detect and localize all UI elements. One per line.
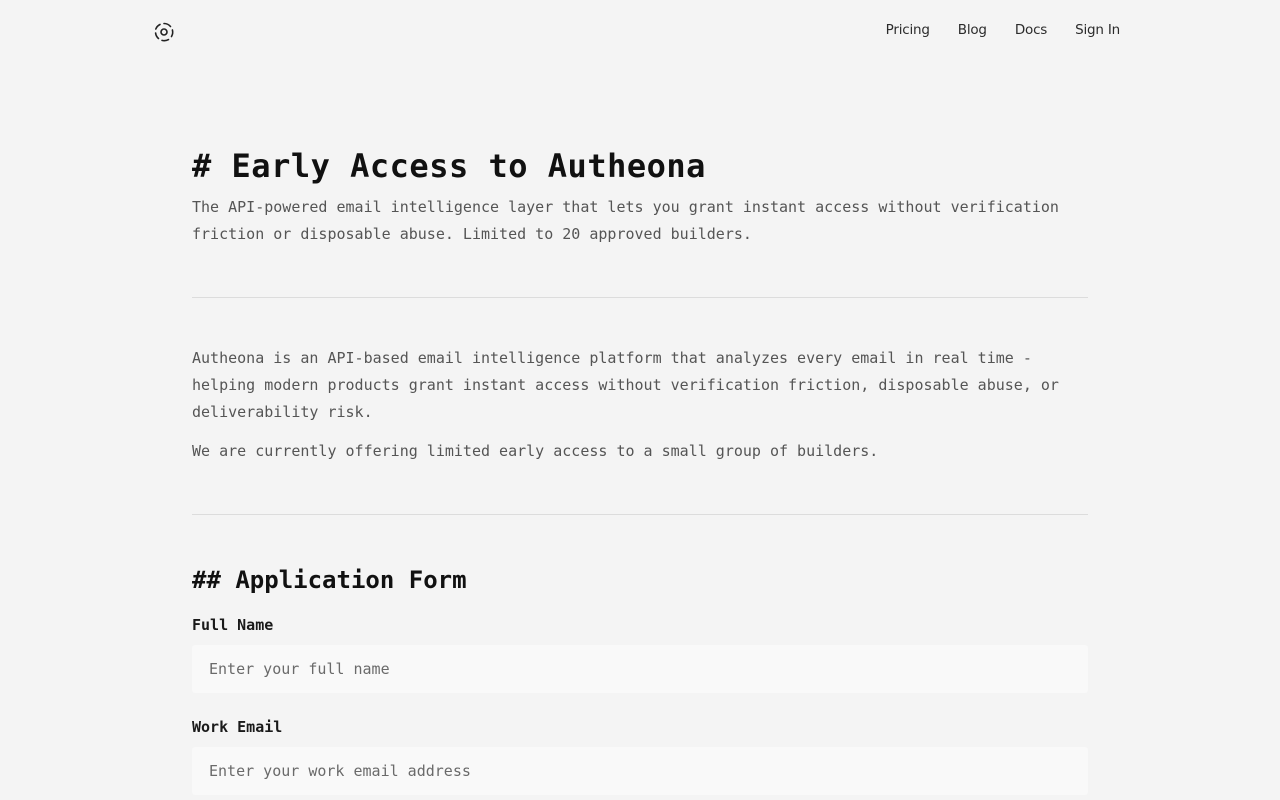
main-content: # Early Access to Autheona The API-power… bbox=[192, 140, 1088, 795]
section-divider bbox=[192, 514, 1088, 515]
nav-link-blog[interactable]: Blog bbox=[958, 22, 987, 38]
about-paragraph: Autheona is an API-based email intellige… bbox=[192, 349, 1059, 421]
nav-link-sign-in[interactable]: Sign In bbox=[1075, 22, 1120, 38]
work-email-label: Work Email bbox=[192, 718, 283, 736]
page-title: # Early Access to Autheona bbox=[192, 147, 706, 185]
nav-link-docs[interactable]: Docs bbox=[1015, 22, 1048, 38]
hero-lead-text: The API-powered email intelligence layer… bbox=[192, 198, 1059, 243]
form-heading: ## Application Form bbox=[192, 566, 467, 594]
logo-icon[interactable] bbox=[152, 20, 176, 44]
top-navigation: Pricing Blog Docs Sign In bbox=[0, 0, 1280, 64]
nav-link-pricing[interactable]: Pricing bbox=[886, 22, 930, 38]
nav-links: Pricing Blog Docs Sign In bbox=[886, 22, 1121, 38]
application-form: ## Application Form Full Name Work Email bbox=[192, 562, 1088, 795]
work-email-input[interactable] bbox=[192, 747, 1088, 795]
full-name-label: Full Name bbox=[192, 616, 274, 634]
about-section: Autheona is an API-based email intellige… bbox=[192, 345, 1088, 465]
section-divider bbox=[192, 297, 1088, 298]
full-name-input[interactable] bbox=[192, 645, 1088, 693]
early-access-note: We are currently offering limited early … bbox=[192, 442, 879, 460]
